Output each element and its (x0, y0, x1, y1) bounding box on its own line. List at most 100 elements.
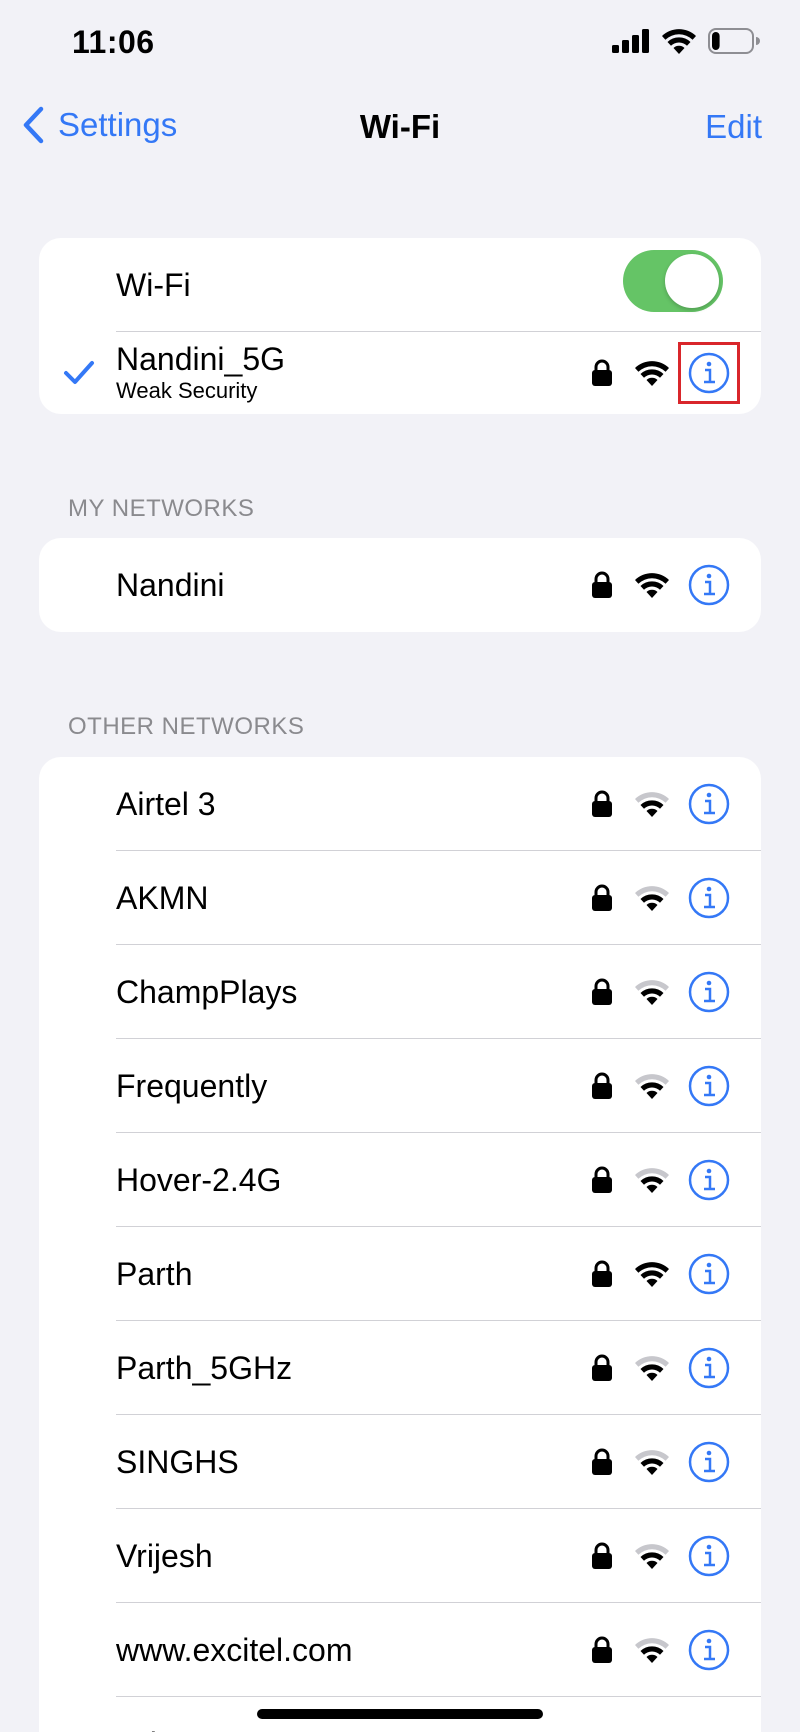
connected-network-name: Nandini_5G (116, 341, 285, 377)
lock-icon (592, 1542, 612, 1569)
connected-network-accessories (591, 342, 740, 404)
network-row[interactable]: SINGHS (39, 1415, 761, 1509)
lock-icon (592, 1448, 612, 1475)
info-icon (688, 1629, 730, 1671)
wifi-signal-icon (635, 886, 669, 911)
page-title: Wi-Fi (359, 108, 441, 145)
network-accessories (591, 1440, 731, 1484)
network-row[interactable]: Airtel 3 (39, 757, 761, 851)
wifi-signal-icon (635, 1356, 669, 1381)
info-button[interactable] (687, 563, 731, 607)
status-bar: 11:06 (0, 0, 800, 90)
info-icon (688, 1441, 730, 1483)
wifi-signal-icon (635, 1450, 669, 1475)
network-accessories (591, 1064, 731, 1108)
edit-button[interactable]: Edit (705, 108, 762, 146)
lock-icon (592, 1072, 612, 1099)
status-time: 11:06 (72, 24, 155, 60)
cellular-signal-icon (612, 29, 649, 53)
network-name: ChampPlays (116, 973, 298, 1010)
info-button[interactable] (687, 1346, 731, 1390)
info-icon (688, 783, 730, 825)
my-networks-group: Nandini (39, 538, 761, 632)
battery-icon (708, 28, 760, 54)
info-icon (688, 1535, 730, 1577)
network-accessories (591, 1534, 731, 1578)
network-name: www.excitel.com (116, 1631, 353, 1668)
lock-icon (592, 978, 612, 1005)
wifi-toggle-switch[interactable] (623, 250, 723, 312)
wifi-toggle-row: Wi-Fi (39, 238, 761, 332)
info-icon (688, 1159, 730, 1201)
info-icon (688, 1347, 730, 1389)
wifi-toggle-label: Wi-Fi (116, 266, 191, 303)
my-networks-header: MY NETWORKS (68, 495, 255, 522)
network-row[interactable]: Hover-2.4G (39, 1133, 761, 1227)
other-networks-header: OTHER NETWORKS (68, 713, 305, 740)
network-name: Hover-2.4G (116, 1161, 282, 1198)
wifi-status-icon (662, 29, 696, 54)
info-button[interactable] (687, 876, 731, 920)
network-accessories (591, 782, 731, 826)
info-button[interactable] (687, 970, 731, 1014)
info-button[interactable] (687, 1252, 731, 1296)
network-row[interactable]: Nandini (39, 538, 761, 632)
connected-network-text: Nandini_5G Weak Security (116, 340, 285, 404)
wifi-signal-icon (635, 361, 669, 386)
network-accessories (591, 1346, 731, 1390)
info-icon (688, 564, 730, 606)
info-button[interactable] (687, 1628, 731, 1672)
lock-icon (592, 359, 612, 386)
lock-icon (592, 884, 612, 911)
info-icon (688, 1253, 730, 1295)
info-button[interactable] (687, 1064, 731, 1108)
checkmark-icon (64, 361, 94, 384)
wifi-signal-icon (635, 1544, 669, 1569)
network-accessories (591, 563, 731, 607)
wifi-signal-icon (635, 1074, 669, 1099)
home-indicator (257, 1709, 543, 1719)
network-name: Parth (116, 1255, 193, 1292)
network-row[interactable]: Parth_5GHz (39, 1321, 761, 1415)
network-name: AKMN (116, 879, 209, 916)
network-row[interactable]: ChampPlays (39, 945, 761, 1039)
network-name: Vrijesh (116, 1537, 213, 1574)
network-row[interactable]: Parth (39, 1227, 761, 1321)
info-button[interactable] (687, 782, 731, 826)
network-row[interactable]: www.excitel.com (39, 1603, 761, 1697)
network-accessories (591, 970, 731, 1014)
lock-icon (592, 790, 612, 817)
network-name: Nandini (116, 566, 225, 603)
network-accessories (591, 1158, 731, 1202)
wifi-signal-icon (635, 1262, 669, 1287)
info-button[interactable] (678, 342, 740, 404)
lock-icon (592, 1354, 612, 1381)
network-row[interactable]: AKMN (39, 851, 761, 945)
network-name: Airtel 3 (116, 785, 216, 822)
info-icon (688, 1065, 730, 1107)
wifi-signal-icon (635, 792, 669, 817)
network-name: Parth_5GHz (116, 1349, 293, 1386)
info-button[interactable] (687, 1440, 731, 1484)
wifi-signal-icon (635, 573, 669, 598)
status-icons (612, 28, 760, 54)
info-icon (688, 352, 730, 394)
info-icon (688, 971, 730, 1013)
other-networks-group: Airtel 3 AKMN ChampPlays Frequently Hover-2.… (39, 757, 761, 1732)
info-button[interactable] (687, 1534, 731, 1578)
network-accessories (591, 876, 731, 920)
lock-icon (592, 1636, 612, 1663)
info-button[interactable] (687, 1158, 731, 1202)
wifi-signal-icon (635, 1638, 669, 1663)
network-accessories (591, 1628, 731, 1672)
network-accessories (591, 1252, 731, 1296)
lock-icon (592, 1260, 612, 1287)
network-name: SINGHS (116, 1443, 239, 1480)
wifi-signal-icon (635, 980, 669, 1005)
wifi-main-group: Wi-Fi Nandini_5G Weak Security (39, 238, 761, 414)
connected-network-subtitle: Weak Security (116, 378, 258, 403)
network-row[interactable]: Frequently (39, 1039, 761, 1133)
connected-network-row[interactable]: Nandini_5G Weak Security (39, 332, 761, 414)
network-name: Oth (116, 1726, 168, 1732)
network-row[interactable]: Vrijesh (39, 1509, 761, 1603)
